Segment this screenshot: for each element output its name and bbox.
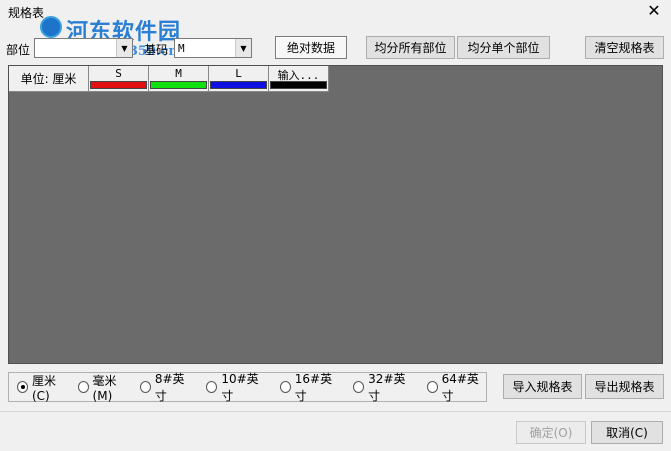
unit-radio-group: 厘米(C) 毫米(M) 8#英寸 10#英寸 16#英寸 32#英寸 64#英寸 <box>8 370 487 404</box>
unit-header: 单位: 厘米 <box>9 66 89 92</box>
radio-dot[interactable] <box>139 381 151 393</box>
unit-radio-16in[interactable]: 16#英寸 <box>279 370 339 404</box>
unit-radio-10in[interactable]: 10#英寸 <box>206 370 265 404</box>
base-label: 基码 <box>144 43 169 57</box>
size-column-m[interactable]: M <box>149 66 209 92</box>
unit-radio-8in[interactable]: 8#英寸 <box>139 370 192 404</box>
grid-header: 单位: 厘米 S M L 输入... <box>9 66 329 92</box>
size-color-swatch <box>210 81 267 89</box>
radio-dot[interactable] <box>77 381 89 393</box>
part-label: 部位 <box>6 43 31 57</box>
unit-radio-label: 32#英寸 <box>368 372 406 403</box>
unit-radio-label: 厘米(C) <box>31 373 56 403</box>
base-size-value: M <box>178 41 185 55</box>
even-all-parts-button[interactable]: 均分所有部位 <box>366 36 455 59</box>
radio-dot[interactable] <box>206 381 218 393</box>
radio-dot[interactable] <box>426 381 438 393</box>
radio-dot[interactable] <box>17 381 28 393</box>
size-grid[interactable]: 单位: 厘米 S M L 输入... <box>8 65 663 364</box>
unit-radio-label: 16#英寸 <box>294 372 333 403</box>
size-label: S <box>115 67 122 80</box>
unit-radio-mm[interactable]: 毫米(M) <box>77 372 132 403</box>
size-label: L <box>235 67 242 80</box>
part-select[interactable]: ▼ <box>34 38 133 58</box>
clear-table-button[interactable]: 清空规格表 <box>585 36 664 59</box>
unit-radio-64in[interactable]: 64#英寸 <box>426 370 486 404</box>
unit-radio-cm[interactable]: 厘米(C) <box>17 372 70 403</box>
cancel-button[interactable]: 取消(C) <box>591 421 663 444</box>
size-color-swatch <box>150 81 207 89</box>
unit-radio-label: 8#英寸 <box>154 372 185 403</box>
radio-dot[interactable] <box>353 381 365 393</box>
radio-dot[interactable] <box>279 381 291 393</box>
size-color-swatch <box>90 81 147 89</box>
unit-radio-label: 10#英寸 <box>221 372 259 403</box>
even-single-part-button[interactable]: 均分单个部位 <box>457 36 550 59</box>
unit-radio-32in[interactable]: 32#英寸 <box>353 370 412 404</box>
size-color-swatch <box>270 81 327 89</box>
export-table-button[interactable]: 导出规格表 <box>585 374 664 399</box>
unit-radio-label: 64#英寸 <box>441 372 479 403</box>
size-label: M <box>175 67 182 80</box>
close-icon[interactable]: ✕ <box>645 2 663 20</box>
import-table-button[interactable]: 导入规格表 <box>503 374 582 399</box>
size-column-s[interactable]: S <box>89 66 149 92</box>
window-title: 规格表 <box>8 6 45 20</box>
absolute-data-button[interactable]: 绝对数据 <box>275 36 347 59</box>
size-column-l[interactable]: L <box>209 66 269 92</box>
unit-radio-label: 毫米(M) <box>92 373 117 403</box>
size-column-input[interactable]: 输入... <box>269 66 329 92</box>
ok-button[interactable]: 确定(O) <box>516 421 586 444</box>
base-size-select[interactable]: M ▼ <box>174 38 252 58</box>
divider <box>0 411 671 412</box>
chevron-down-icon[interactable]: ▼ <box>235 39 251 57</box>
chevron-down-icon[interactable]: ▼ <box>116 39 132 57</box>
